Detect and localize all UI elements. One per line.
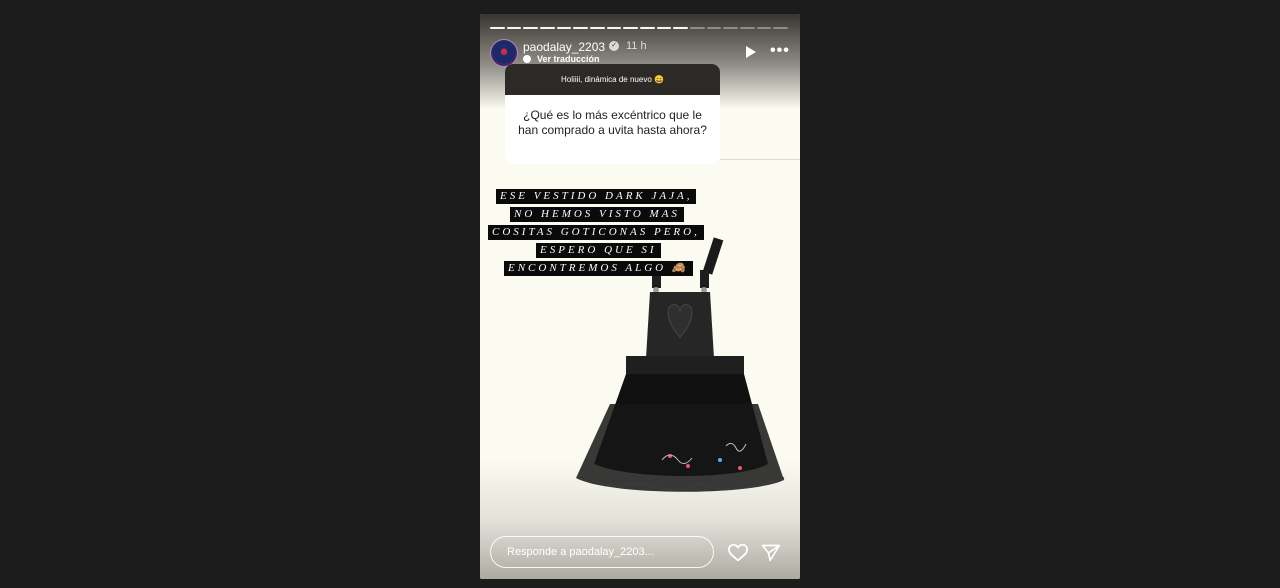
progress-segment bbox=[706, 27, 722, 29]
send-icon[interactable] bbox=[761, 543, 781, 563]
username-link[interactable]: paodalay_2203 bbox=[523, 40, 605, 54]
progress-segment bbox=[723, 27, 739, 29]
progress-segment bbox=[523, 27, 539, 29]
story-viewer[interactable]: paodalay_2203 ✓ 11 h Ver traducción ••• … bbox=[480, 14, 800, 579]
translate-icon bbox=[523, 55, 531, 63]
progress-segment bbox=[623, 27, 639, 29]
progress-segment bbox=[540, 27, 555, 29]
reply-input[interactable]: Responde a paodalay_2203... bbox=[490, 536, 714, 568]
answer-line: ESE VESTIDO DARK JAJA, bbox=[496, 189, 697, 204]
play-icon[interactable] bbox=[746, 46, 756, 58]
question-text: ¿Qué es lo más excéntrico que le han com… bbox=[518, 108, 707, 137]
answer-line: COSITAS GOTICONAS PERO, bbox=[488, 225, 704, 240]
progress-segment bbox=[740, 27, 755, 29]
reply-placeholder: Responde a paodalay_2203... bbox=[507, 546, 654, 558]
progress-segment bbox=[556, 27, 572, 29]
progress-segment bbox=[673, 27, 689, 29]
progress-segment bbox=[656, 27, 672, 29]
heart-icon[interactable] bbox=[727, 542, 749, 564]
progress-segment bbox=[506, 27, 522, 29]
translate-link[interactable]: Ver traducción bbox=[537, 54, 600, 64]
progress-segment bbox=[640, 27, 655, 29]
progress-segment bbox=[490, 27, 505, 29]
progress-segment bbox=[590, 27, 605, 29]
answer-line: ESPERO QUE SI bbox=[536, 243, 661, 258]
post-time: 11 h bbox=[626, 40, 647, 52]
avatar[interactable] bbox=[490, 39, 518, 67]
question-prompt: Holiiii, dinámica de nuevo 😄 bbox=[505, 64, 720, 95]
story-progress-bar bbox=[490, 27, 789, 29]
more-options-icon[interactable]: ••• bbox=[770, 43, 790, 59]
verified-check-icon: ✓ bbox=[609, 41, 619, 51]
divider bbox=[720, 159, 800, 160]
progress-segment bbox=[690, 27, 705, 29]
answer-line: ENCONTREMOS ALGO 🙈 bbox=[504, 261, 693, 276]
progress-segment bbox=[773, 27, 789, 29]
progress-segment bbox=[606, 27, 622, 29]
progress-segment bbox=[573, 27, 589, 29]
progress-segment bbox=[756, 27, 772, 29]
answer-line: NO HEMOS VISTO MAS bbox=[510, 207, 684, 222]
question-sticker: Holiiii, dinámica de nuevo 😄 ¿Qué es lo … bbox=[505, 64, 720, 164]
